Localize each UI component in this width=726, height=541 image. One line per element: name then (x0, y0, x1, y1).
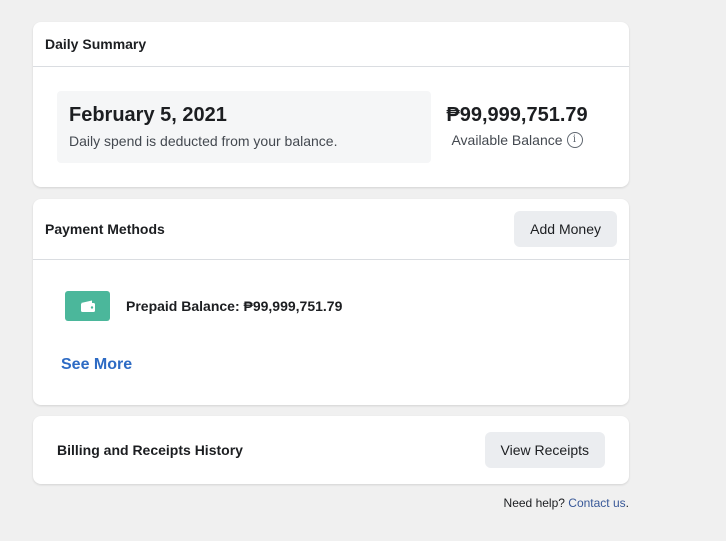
wallet-icon (65, 291, 110, 321)
payment-method-item: Prepaid Balance: ₱99,999,751.79 (65, 291, 342, 321)
available-balance-label: Available Balance (451, 132, 563, 148)
summary-date: February 5, 2021 (69, 104, 227, 126)
date-box: February 5, 2021 Daily spend is deducted… (57, 91, 431, 163)
payment-methods-header: Payment Methods Add Money (33, 199, 629, 260)
help-text: Need help? Contact us. (504, 496, 629, 510)
billing-title: Billing and Receipts History (57, 442, 243, 458)
daily-summary-card: Daily Summary February 5, 2021 Daily spe… (33, 22, 629, 187)
payment-methods-card: Payment Methods Add Money Prepaid Balanc… (33, 199, 629, 405)
view-receipts-button[interactable]: View Receipts (484, 432, 605, 468)
available-balance-amount: ₱99,999,751.79 (446, 104, 588, 126)
billing-card: Billing and Receipts History View Receip… (33, 416, 629, 484)
available-balance-label-row: Available Balance i (437, 132, 597, 148)
info-icon[interactable]: i (566, 132, 583, 148)
daily-summary-header: Daily Summary (33, 22, 629, 67)
add-money-button[interactable]: Add Money (514, 211, 617, 247)
summary-note: Daily spend is deducted from your balanc… (69, 133, 338, 149)
prepaid-balance-label: Prepaid Balance: ₱99,999,751.79 (126, 298, 343, 314)
help-suffix: . (625, 496, 629, 510)
contact-us-link[interactable]: Contact us (568, 496, 625, 510)
help-prefix: Need help? (503, 496, 565, 510)
balance-box: ₱99,999,751.79 Available Balance i (437, 104, 597, 148)
daily-summary-title: Daily Summary (45, 36, 147, 52)
payment-methods-title: Payment Methods (45, 221, 165, 237)
see-more-link[interactable]: See More (61, 356, 132, 374)
